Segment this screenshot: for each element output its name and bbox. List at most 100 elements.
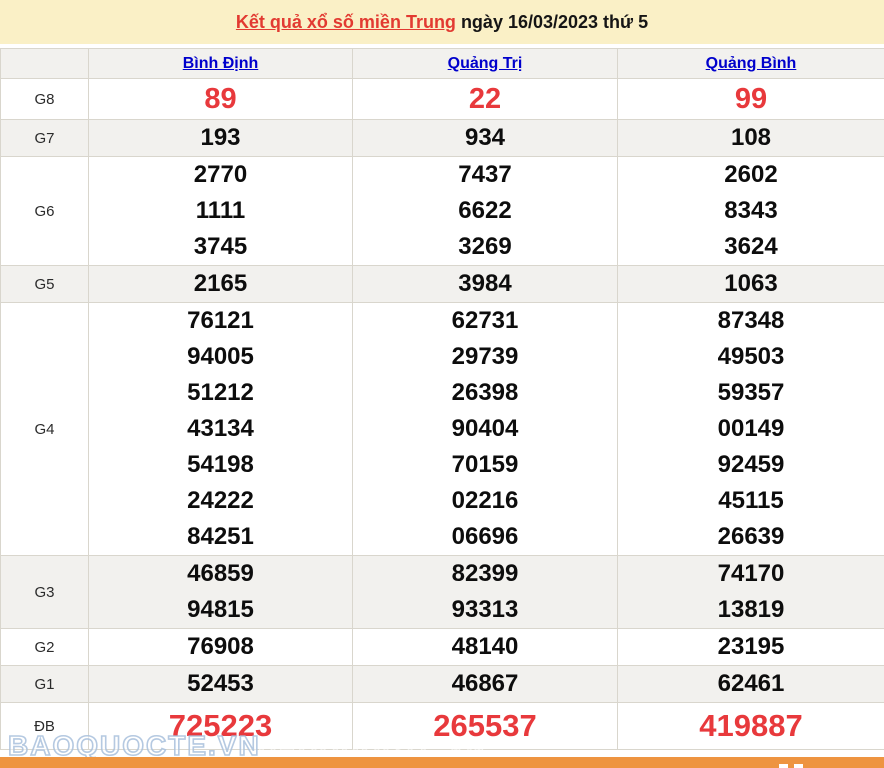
- result-cell: 76121940055121243134541982422284251: [89, 303, 353, 556]
- next-section-bar: [0, 757, 884, 768]
- province-header-cell: Quảng Bình: [618, 49, 884, 79]
- result-number: 94005: [89, 339, 352, 375]
- result-number: 74170: [618, 556, 884, 592]
- result-cell: 62731297392639890404701590221606696: [353, 303, 618, 556]
- result-number: 8343: [618, 193, 884, 229]
- result-number: 92459: [618, 447, 884, 483]
- result-number: 02216: [353, 483, 617, 519]
- results-table: Bình Định Quảng Trị Quảng Bình G8892299 G…: [0, 48, 884, 750]
- result-cell: 743766223269: [353, 157, 618, 266]
- result-number: 45115: [618, 483, 884, 519]
- prize-label-g8: G8: [1, 79, 89, 120]
- prize-label-g1: G1: [1, 666, 89, 703]
- result-number: 193: [89, 120, 352, 156]
- result-number: 725223: [89, 703, 352, 749]
- result-cell: 7417013819: [618, 556, 884, 629]
- result-cell: 265537: [353, 703, 618, 750]
- result-cell: 934: [353, 120, 618, 157]
- result-number: 00149: [618, 411, 884, 447]
- result-number: 3745: [89, 229, 352, 265]
- province-header-cell: Bình Định: [89, 49, 353, 79]
- result-number: 26398: [353, 375, 617, 411]
- result-number: 419887: [618, 703, 884, 749]
- result-number: 48140: [353, 629, 617, 665]
- result-number: 29739: [353, 339, 617, 375]
- result-number: 70159: [353, 447, 617, 483]
- result-number: 62461: [618, 666, 884, 702]
- result-number: 265537: [353, 703, 617, 749]
- result-number: 22: [353, 79, 617, 119]
- corner-cell: [1, 49, 89, 79]
- cutoff-text-fragment: [779, 764, 788, 768]
- lottery-results-page: Kết quả xổ số miền Trung ngày 16/03/2023…: [0, 0, 884, 768]
- result-cell: 76908: [89, 629, 353, 666]
- result-cell: 8239993313: [353, 556, 618, 629]
- result-number: 2770: [89, 157, 352, 193]
- result-cell: 108: [618, 120, 884, 157]
- result-number: 43134: [89, 411, 352, 447]
- result-number: 934: [353, 120, 617, 156]
- result-cell: 725223: [89, 703, 353, 750]
- table-row-g2: G2769084814023195: [1, 629, 884, 666]
- result-cell: 87348495035935700149924594511526639: [618, 303, 884, 556]
- result-number: 26639: [618, 519, 884, 555]
- table-header-row: Bình Định Quảng Trị Quảng Bình: [1, 49, 884, 79]
- result-number: 90404: [353, 411, 617, 447]
- table-row-g5: G5216539841063: [1, 266, 884, 303]
- result-number: 76908: [89, 629, 352, 665]
- result-number: 99: [618, 79, 884, 119]
- prize-label-g5: G5: [1, 266, 89, 303]
- result-cell: 89: [89, 79, 353, 120]
- result-number: 3269: [353, 229, 617, 265]
- result-number: 76121: [89, 303, 352, 339]
- result-cell: 48140: [353, 629, 618, 666]
- result-number: 24222: [89, 483, 352, 519]
- result-cell: 193: [89, 120, 353, 157]
- table-row-g4: G476121940055121243134541982422284251627…: [1, 303, 884, 556]
- result-cell: 46867: [353, 666, 618, 703]
- page-title: Kết quả xổ số miền Trung ngày 16/03/2023…: [0, 0, 884, 44]
- result-number: 2602: [618, 157, 884, 193]
- result-number: 1111: [89, 193, 352, 229]
- province-link-quang-binh[interactable]: Quảng Bình: [706, 55, 797, 72]
- result-number: 23195: [618, 629, 884, 665]
- result-cell: 4685994815: [89, 556, 353, 629]
- result-number: 46859: [89, 556, 352, 592]
- result-number: 13819: [618, 592, 884, 628]
- result-cell: 23195: [618, 629, 884, 666]
- result-number: 1063: [618, 266, 884, 302]
- result-number: 7437: [353, 157, 617, 193]
- result-number: 06696: [353, 519, 617, 555]
- result-number: 93313: [353, 592, 617, 628]
- result-number: 51212: [89, 375, 352, 411]
- result-number: 46867: [353, 666, 617, 702]
- table-row-g1: G1524534686762461: [1, 666, 884, 703]
- prize-label-g6: G6: [1, 157, 89, 266]
- result-number: 3984: [353, 266, 617, 302]
- prize-label-g7: G7: [1, 120, 89, 157]
- prize-label-db: ĐB: [1, 703, 89, 750]
- prize-label-g2: G2: [1, 629, 89, 666]
- result-number: 49503: [618, 339, 884, 375]
- title-region-link[interactable]: Kết quả xổ số miền Trung: [236, 12, 456, 33]
- result-number: 6622: [353, 193, 617, 229]
- table-row-g3: G3468599481582399933137417013819: [1, 556, 884, 629]
- title-date-text: ngày 16/03/2023 thứ 5: [456, 12, 648, 33]
- result-number: 87348: [618, 303, 884, 339]
- result-number: 3624: [618, 229, 884, 265]
- prize-label-g4: G4: [1, 303, 89, 556]
- result-number: 54198: [89, 447, 352, 483]
- province-header-cell: Quảng Trị: [353, 49, 618, 79]
- province-link-quang-tri[interactable]: Quảng Trị: [448, 55, 523, 72]
- result-number: 108: [618, 120, 884, 156]
- result-number: 59357: [618, 375, 884, 411]
- result-number: 2165: [89, 266, 352, 302]
- result-number: 82399: [353, 556, 617, 592]
- result-number: 84251: [89, 519, 352, 555]
- prize-label-g3: G3: [1, 556, 89, 629]
- result-cell: 22: [353, 79, 618, 120]
- result-number: 52453: [89, 666, 352, 702]
- province-link-binh-dinh[interactable]: Bình Định: [183, 55, 259, 72]
- table-row-g6: G6277011113745743766223269260283433624: [1, 157, 884, 266]
- result-cell: 52453: [89, 666, 353, 703]
